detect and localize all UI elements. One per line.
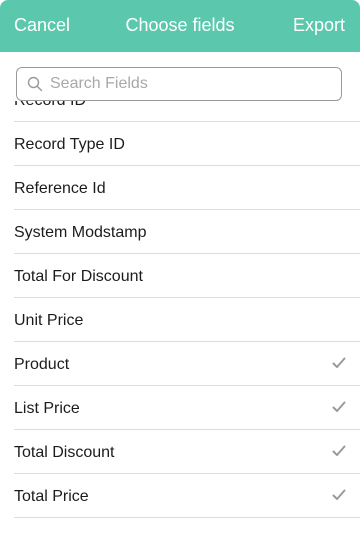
search-field[interactable] — [16, 67, 342, 101]
checkmark-icon — [332, 489, 346, 500]
field-row[interactable]: Product — [0, 342, 360, 386]
field-label: Total Discount — [14, 444, 115, 461]
navigation-bar: Cancel Choose fields Export — [0, 0, 360, 52]
checkmark-icon — [332, 445, 346, 456]
export-button[interactable]: Export — [293, 15, 345, 36]
field-row[interactable]: Reference Id — [0, 166, 360, 210]
field-row[interactable]: System Modstamp — [0, 210, 360, 254]
field-row[interactable]: Unit Price — [0, 298, 360, 342]
field-label: Unit Price — [14, 312, 84, 329]
field-label: Total For Discount — [14, 268, 143, 285]
field-label: Total Price — [14, 488, 89, 505]
fields-list-content: Record ID Record Type ID Reference Id Syste… — [0, 101, 360, 518]
checkmark-icon — [332, 357, 346, 368]
field-label: Record ID — [14, 101, 86, 110]
field-row[interactable]: Record Type ID — [0, 122, 360, 166]
field-label: System Modstamp — [14, 224, 147, 241]
field-row[interactable]: Total For Discount — [0, 254, 360, 298]
choose-fields-sheet: Cancel Choose fields Export Record IDRec… — [0, 0, 360, 540]
field-label: Record Type ID — [14, 136, 125, 153]
fields-list[interactable]: Record ID Record Type ID Reference Id Syste… — [0, 101, 360, 540]
field-label: Reference Id — [14, 180, 106, 197]
field-label: List Price — [14, 400, 80, 417]
field-row[interactable]: Total Discount — [0, 430, 360, 474]
field-row[interactable]: List Price — [0, 386, 360, 430]
search-icon — [27, 76, 43, 92]
field-row[interactable]: Total Price — [0, 474, 360, 518]
field-label: Product — [14, 356, 70, 373]
search-input[interactable] — [50, 68, 330, 100]
checkmark-icon — [332, 401, 346, 412]
field-row[interactable]: Record ID — [0, 101, 360, 122]
